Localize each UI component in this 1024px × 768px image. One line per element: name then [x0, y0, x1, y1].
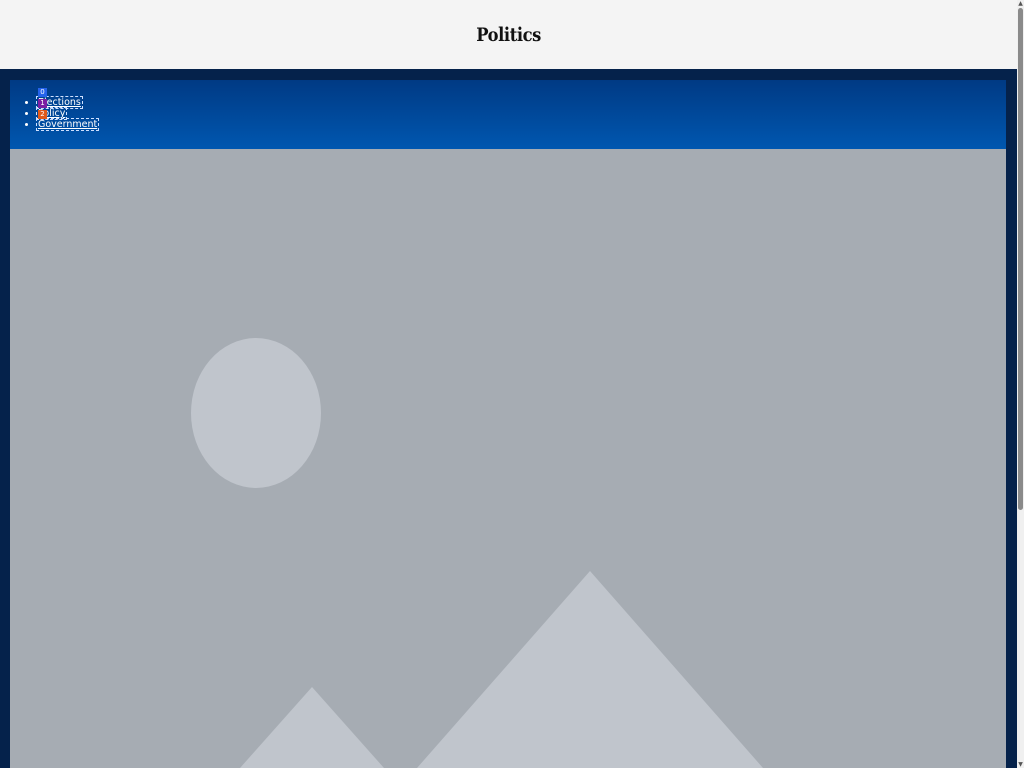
main-nav: Elections Policy Government [10, 80, 1006, 149]
overlay-badge: 2 [38, 110, 47, 119]
scrollbar-thumb[interactable] [1018, 8, 1023, 510]
page-scrollbar[interactable]: ▲ ▼ [1017, 0, 1024, 768]
placeholder-small-mountain [240, 687, 384, 768]
nav-list: Elections Policy Government [10, 96, 100, 131]
overlay-badge: 0 [38, 88, 47, 97]
nav-item-government: Government [35, 118, 100, 131]
scroll-up-icon[interactable]: ▲ [1017, 0, 1024, 7]
scroll-down-icon[interactable]: ▼ [1017, 761, 1024, 768]
nav-link-government[interactable]: Government [35, 118, 100, 131]
placeholder-sun-shape [191, 338, 321, 488]
page-title: Politics [476, 23, 541, 46]
overlay-badge: 1 [38, 99, 47, 108]
image-placeholder-icon [191, 338, 763, 768]
hero-image [10, 149, 1006, 768]
placeholder-large-mountain [417, 571, 763, 768]
site-header: Politics [0, 0, 1017, 69]
